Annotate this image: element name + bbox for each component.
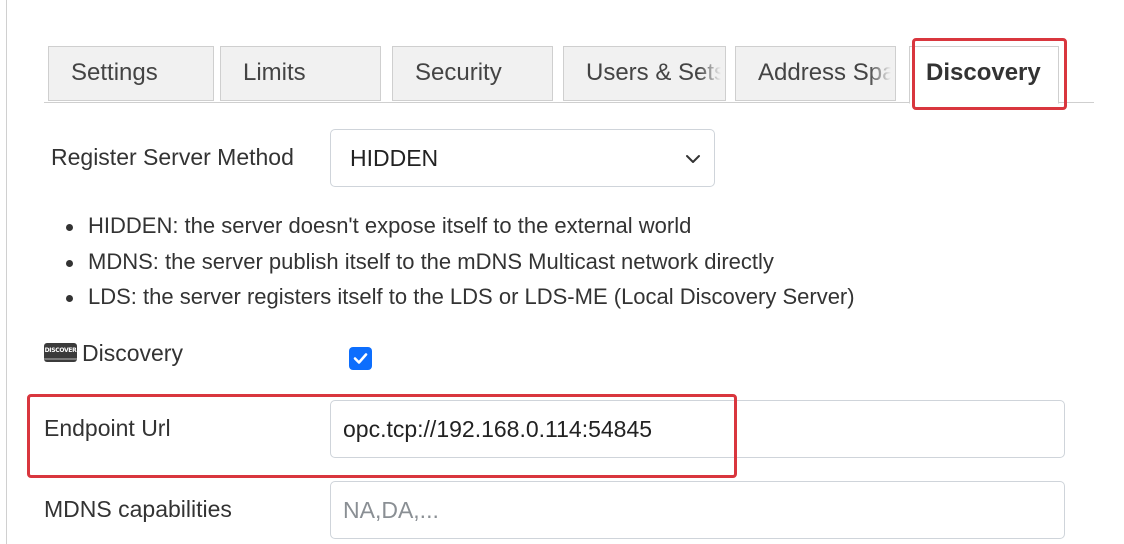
tab-limits-label: Limits bbox=[243, 59, 306, 86]
checkmark-icon bbox=[353, 353, 368, 364]
tab-security[interactable]: Security bbox=[392, 46, 553, 101]
tab-security-label: Security bbox=[415, 59, 502, 86]
mdns-capabilities-input[interactable]: NA,DA,... bbox=[330, 481, 1065, 539]
tab-discovery-label: Discovery bbox=[926, 59, 1041, 86]
chevron-down-icon bbox=[686, 155, 700, 163]
tab-address-space[interactable]: Address Space bbox=[735, 46, 896, 101]
help-item-lds: LDS: the server registers itself to the … bbox=[64, 281, 855, 317]
tab-discovery[interactable]: Discovery bbox=[909, 46, 1059, 104]
discovery-checkbox[interactable] bbox=[349, 347, 372, 370]
discover-card-icon: DISCOVER bbox=[44, 343, 77, 362]
endpoint-url-input[interactable]: opc.tcp://192.168.0.114:54845 bbox=[330, 400, 1065, 458]
tab-bar: Settings Limits Security Users & Sets Ad… bbox=[44, 44, 1094, 104]
tab-users-sets[interactable]: Users & Sets bbox=[563, 46, 726, 101]
mdns-capabilities-label: MDNS capabilities bbox=[44, 496, 232, 522]
tab-settings[interactable]: Settings bbox=[48, 46, 214, 101]
register-method-help-list: HIDDEN: the server doesn't expose itself… bbox=[64, 210, 855, 317]
discover-card-icon-text: DISCOVER bbox=[44, 347, 77, 354]
register-server-method-select[interactable]: HIDDEN bbox=[330, 129, 715, 187]
tab-limits[interactable]: Limits bbox=[220, 46, 381, 101]
help-item-hidden: HIDDEN: the server doesn't expose itself… bbox=[64, 210, 855, 246]
register-server-method-value: HIDDEN bbox=[350, 145, 439, 171]
endpoint-url-label: Endpoint Url bbox=[44, 415, 171, 441]
register-server-method-label: Register Server Method bbox=[51, 144, 294, 170]
tab-settings-label: Settings bbox=[71, 59, 158, 86]
discovery-label: Discovery bbox=[82, 340, 183, 366]
left-edge-border bbox=[6, 0, 7, 544]
help-item-mdns: MDNS: the server publish itself to the m… bbox=[64, 246, 855, 282]
